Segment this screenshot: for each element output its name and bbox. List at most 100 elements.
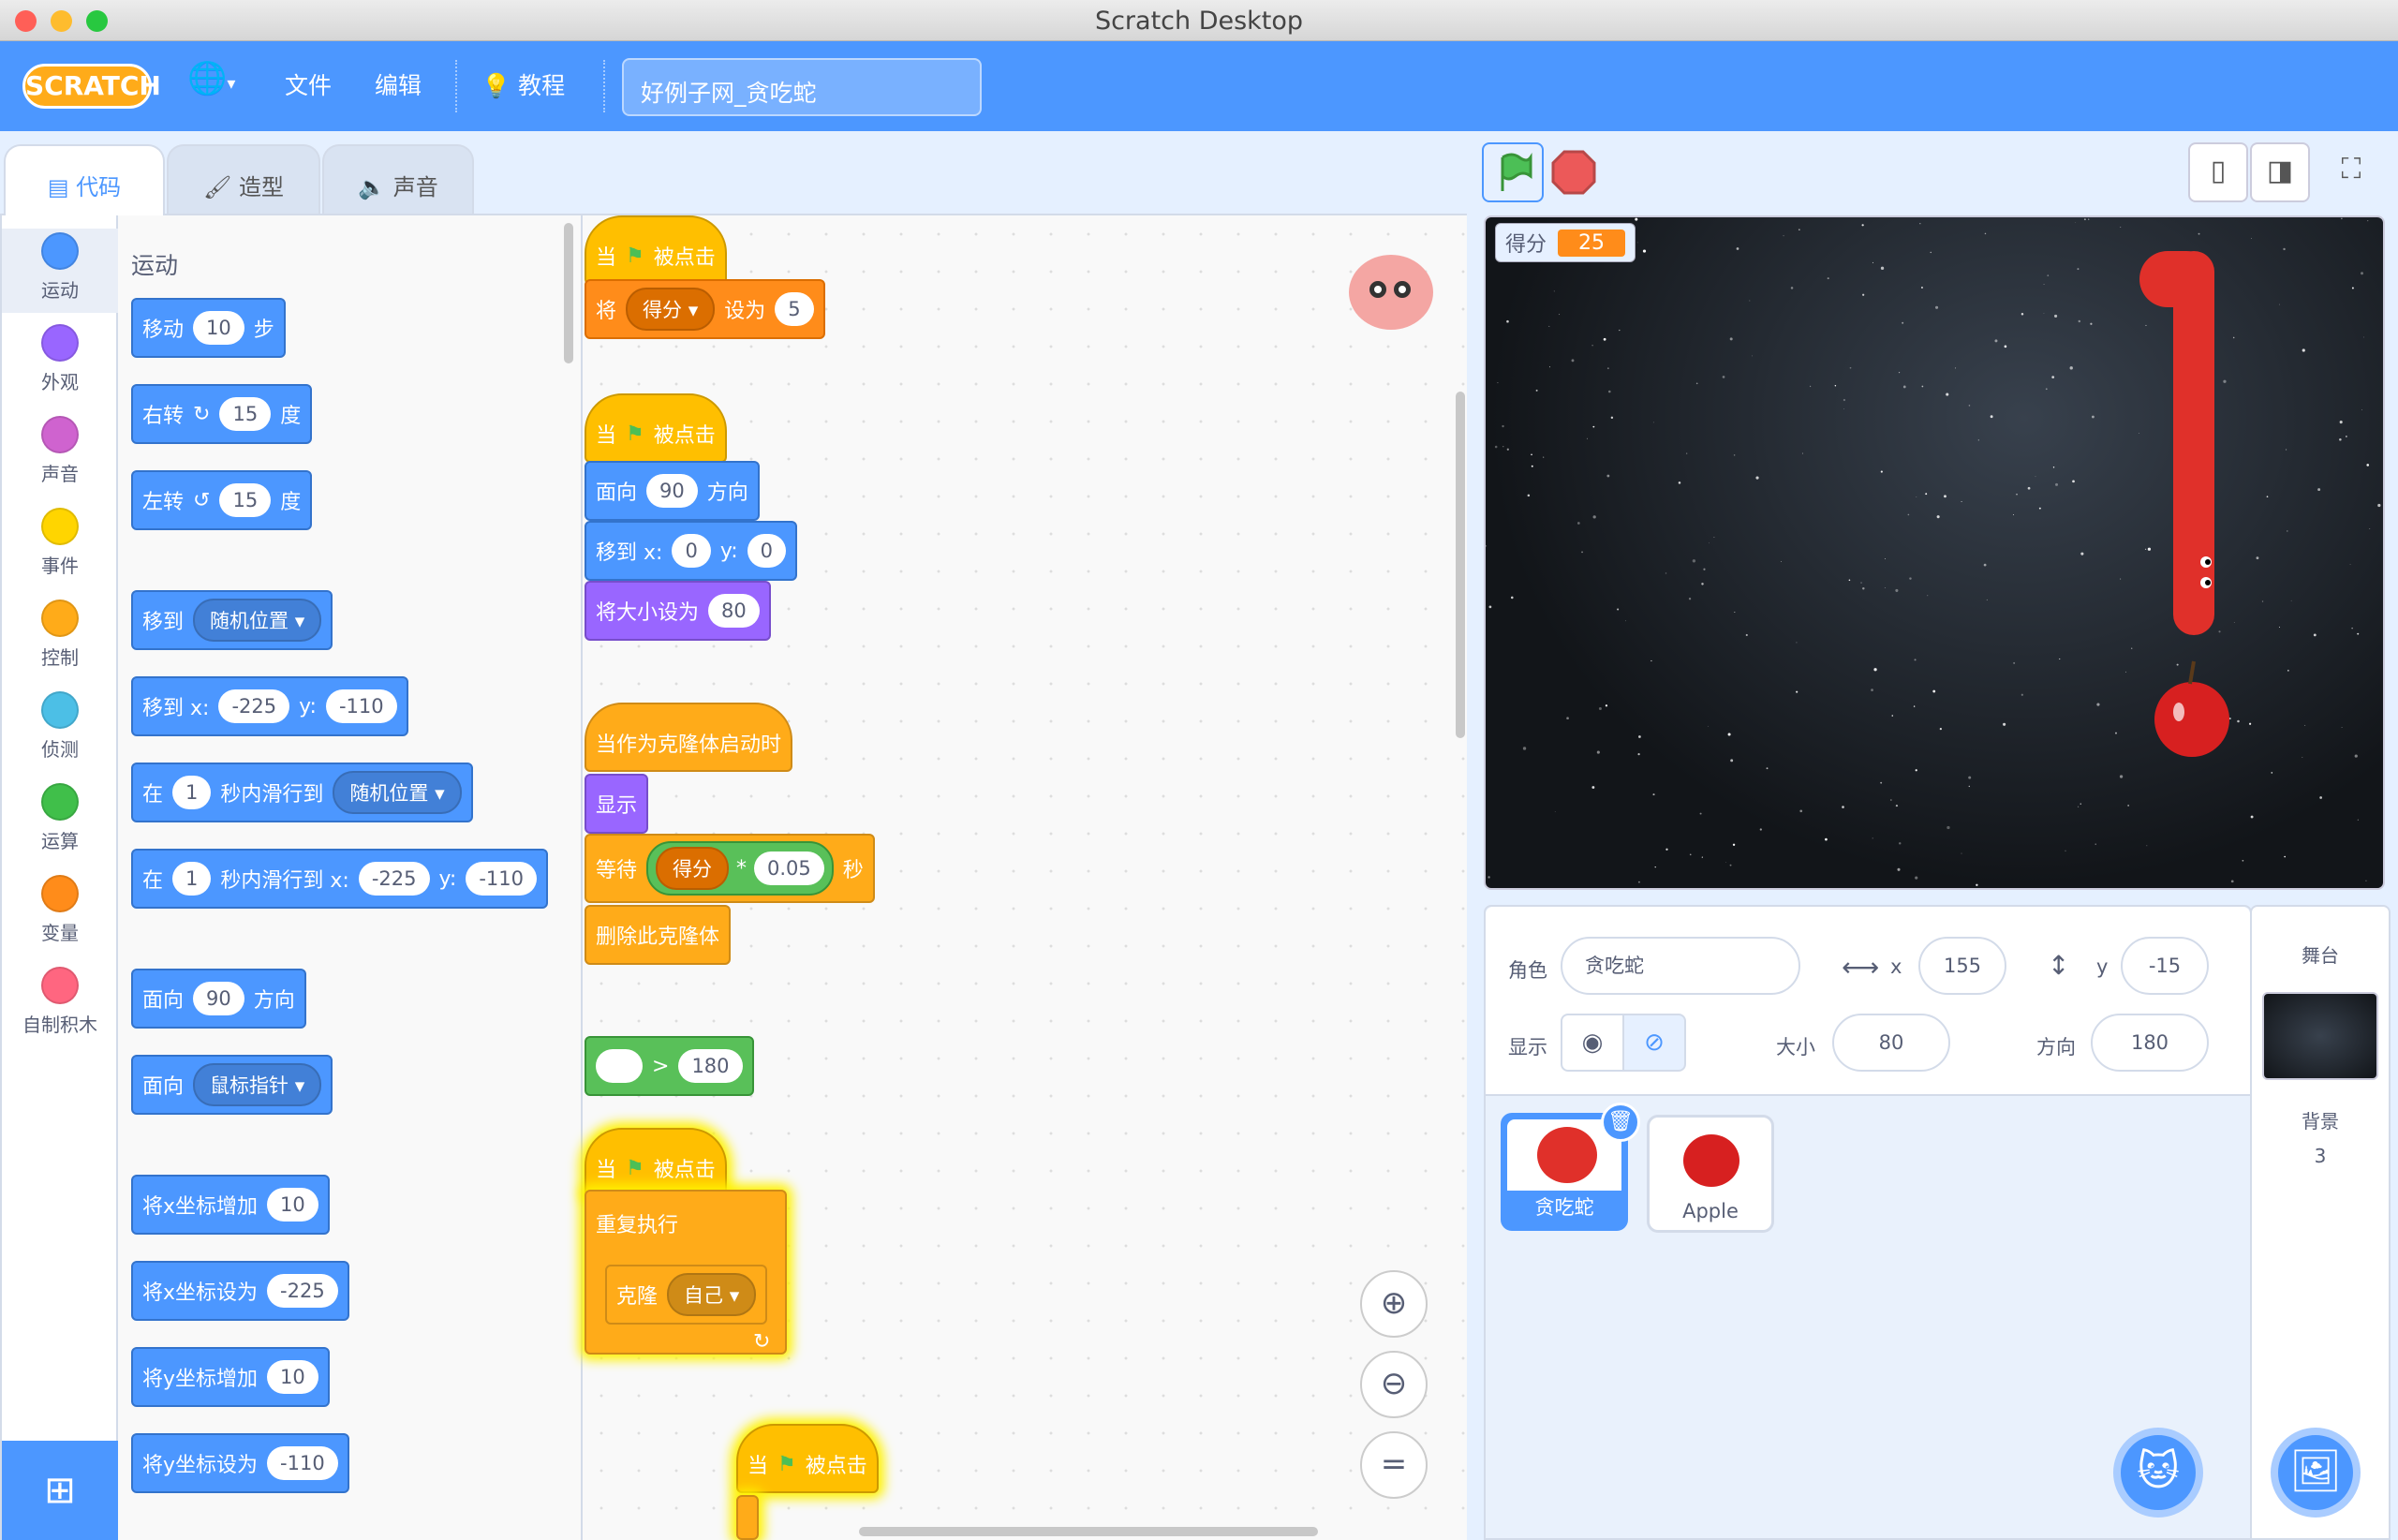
script3-show[interactable]: 显示 [585, 774, 649, 834]
block-move[interactable]: 移动 10 步 [131, 298, 286, 358]
backdrop-count: 3 [2314, 1145, 2327, 1167]
direction-input[interactable]: 180 [2091, 1014, 2209, 1072]
stage-canvas[interactable]: 得分 25 [1484, 215, 2385, 890]
loop-arrow-icon: ↻ [753, 1330, 771, 1354]
zoom-reset-button[interactable]: = [1360, 1431, 1428, 1499]
project-title-input[interactable]: 好例子网_贪吃蛇 [622, 58, 982, 116]
fullscreen-button[interactable]: ⛶ [2321, 142, 2381, 202]
block-turn-left[interactable]: 左转 ↺ 15 度 [131, 470, 313, 530]
workspace-vertical-scrollbar[interactable] [1456, 392, 1465, 738]
category-dot-icon [41, 508, 79, 545]
block-change-y[interactable]: 将y坐标增加 10 [131, 1347, 330, 1407]
language-globe-icon[interactable]: 🌐▾ [187, 60, 235, 97]
sprite-pane: 角色 贪吃蛇 ⟷ x 155 ↕ y -15 显示 ◉ ⊘ 大小 80 方向 1… [1484, 905, 2252, 1540]
script-area[interactable]: 当 ⚑ 被点击 将得分 ▾ 设为 5 当 ⚑ 被点击 面向 90 方向 移到 x: 0 y: 0 将大… [583, 215, 1467, 1540]
script1-hat[interactable]: 当 ⚑ 被点击 [585, 215, 727, 285]
category-dot-icon [41, 967, 79, 1004]
choose-sprite-button[interactable]: 🐱 [2113, 1428, 2203, 1518]
small-stage-button[interactable]: ▯ [2188, 142, 2248, 202]
script2-hat[interactable]: 当 ⚑ 被点击 [585, 393, 727, 463]
category-label: 运动 [41, 279, 79, 302]
sprite-name-input[interactable]: 贪吃蛇 [1561, 937, 1800, 995]
operator-gt-block[interactable]: >180 [585, 1036, 754, 1096]
category-dot-icon [41, 875, 79, 912]
category-label: 侦测 [41, 738, 79, 761]
sprite-thumb-snake[interactable]: 贪吃蛇 🗑 [1501, 1103, 1640, 1231]
delete-sprite-button[interactable]: 🗑 [1601, 1103, 1640, 1142]
block-goto-xy[interactable]: 移到 x: -225 y: -110 [131, 676, 408, 736]
block-point-direction[interactable]: 面向 90 方向 [131, 969, 306, 1029]
script2-set-size[interactable]: 将大小设为 80 [585, 581, 771, 641]
block-glide-xy[interactable]: 在 1 秒内滑行到 x: -225 y: -110 [131, 849, 549, 909]
script4-hat[interactable]: 当 ⚑ 被点击 [585, 1128, 727, 1197]
workspace-horizontal-scrollbar[interactable] [859, 1527, 1318, 1536]
category-label: 外观 [41, 371, 79, 393]
menu-edit[interactable]: 编辑 [375, 67, 422, 101]
menu-tutorials[interactable]: 💡 教程 [481, 67, 565, 101]
category-dot-icon [41, 416, 79, 453]
block-set-x[interactable]: 将x坐标设为 -225 [131, 1261, 349, 1321]
tab-sounds[interactable]: 🔈 声音 [322, 144, 474, 215]
zoom-out-button[interactable]: ⊖ [1360, 1351, 1428, 1418]
menu-file[interactable]: 文件 [285, 67, 332, 101]
horizontal-arrows-icon: ⟷ [1842, 952, 1880, 983]
snake-head-icon [1537, 1127, 1597, 1183]
x-input[interactable]: 155 [1918, 937, 2006, 995]
category-6[interactable]: 运算 [2, 779, 118, 864]
green-flag-icon: ⚑ [626, 244, 644, 268]
stop-sign-icon [1551, 150, 1596, 195]
category-8[interactable]: 自制积木 [2, 963, 118, 1047]
script2-goto[interactable]: 移到 x: 0 y: 0 [585, 521, 798, 581]
category-1[interactable]: 外观 [2, 320, 118, 405]
block-goto[interactable]: 移到 随机位置 ▾ [131, 590, 333, 650]
sprite-thumb-apple[interactable]: Apple [1647, 1115, 1774, 1233]
script4-clone[interactable]: 克隆 自己 ▾ [605, 1265, 768, 1325]
block-point-towards[interactable]: 面向 鼠标指针 ▾ [131, 1055, 333, 1115]
category-dot-icon [41, 783, 79, 821]
zoom-in-button[interactable]: ⊕ [1360, 1270, 1428, 1338]
trash-icon: 🗑 [1607, 1110, 1634, 1133]
category-4[interactable]: 控制 [2, 596, 118, 680]
normal-stage-button[interactable]: ◨ [2250, 142, 2310, 202]
speaker-icon: 🔈 [358, 174, 387, 200]
backdrop-thumbnail[interactable] [2262, 992, 2378, 1080]
choose-backdrop-button[interactable]: 🖼 [2271, 1428, 2361, 1518]
hide-sprite-button[interactable]: ⊘ [1622, 1014, 1686, 1072]
category-7[interactable]: 变量 [2, 871, 118, 955]
category-3[interactable]: 事件 [2, 504, 118, 588]
script5-hat[interactable]: 当 ⚑ 被点击 [736, 1424, 879, 1493]
green-flag-icon: ⚑ [777, 1452, 796, 1476]
category-menu: 运动外观声音 事件 控制侦测运算变量自制积木 [2, 215, 118, 1540]
category-2[interactable]: 声音 [2, 412, 118, 496]
stage-sprites [2139, 251, 2229, 757]
green-flag-icon: ⚑ [626, 422, 644, 446]
tab-costumes[interactable]: 🖌 造型 [167, 144, 320, 215]
stage-target-pane[interactable]: 舞台 背景 3 🖼 [2250, 905, 2391, 1540]
script3-hat[interactable]: 当作为克隆体启动时 [585, 703, 793, 772]
green-flag-icon [1501, 153, 1532, 191]
green-flag-button[interactable] [1482, 142, 1544, 202]
show-sprite-button[interactable]: ◉ [1561, 1014, 1624, 1072]
script3-delete-clone[interactable]: 删除此克隆体 [585, 905, 732, 965]
apple-icon [1683, 1134, 1739, 1187]
y-input[interactable]: -15 [2121, 937, 2209, 995]
block-turn-right[interactable]: 右转 ↻ 15 度 [131, 384, 313, 444]
category-label: 变量 [41, 922, 79, 944]
script1-set-var[interactable]: 将得分 ▾ 设为 5 [585, 279, 825, 339]
script2-point[interactable]: 面向 90 方向 [585, 461, 760, 521]
script5-forever[interactable] [736, 1495, 759, 1540]
script3-wait[interactable]: 等待 得分 * 0.05 秒 [585, 834, 875, 903]
stop-button[interactable] [1549, 148, 1598, 197]
scratch-logo[interactable]: SCRATCH [22, 64, 161, 109]
palette-scrollbar[interactable] [564, 223, 573, 363]
category-5[interactable]: 侦测 [2, 688, 118, 772]
size-input[interactable]: 80 [1832, 1014, 1950, 1072]
category-0[interactable]: 运动 [2, 229, 118, 313]
image-plus-icon: 🖼 [2289, 1447, 2342, 1495]
block-glide-to[interactable]: 在 1 秒内滑行到 随机位置 ▾ [131, 763, 473, 822]
tab-code[interactable]: ▤ 代码 [4, 144, 165, 215]
block-change-x[interactable]: 将x坐标增加 10 [131, 1175, 330, 1235]
eye-icon: ◉ [1581, 1029, 1604, 1057]
add-extension-button[interactable]: ⊞ [2, 1441, 118, 1540]
block-set-y[interactable]: 将y坐标设为 -110 [131, 1433, 349, 1493]
